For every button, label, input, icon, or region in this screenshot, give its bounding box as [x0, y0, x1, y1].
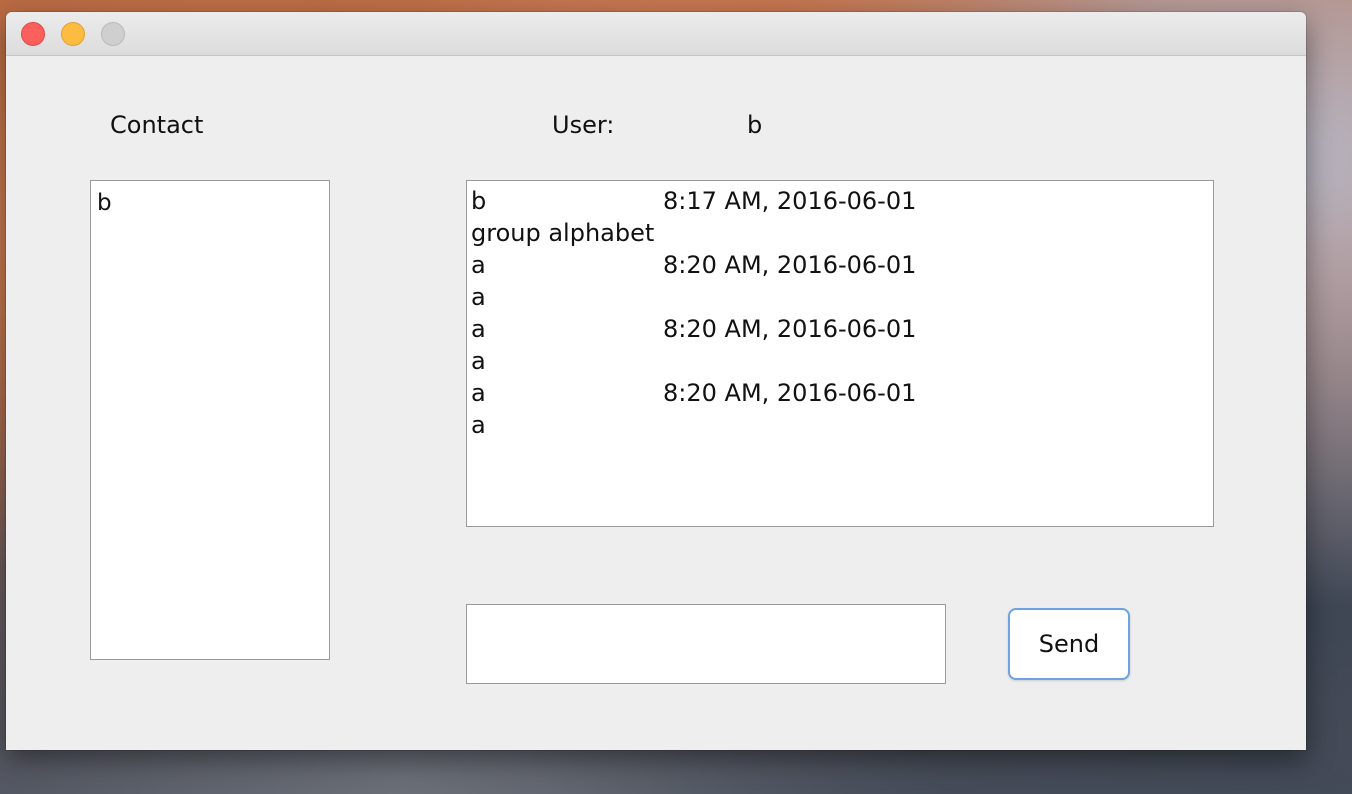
message-entry: a 8:20 AM, 2016-06-01 a [471, 377, 1213, 441]
message-sender: a [471, 379, 486, 407]
message-timestamp: 8:20 AM, 2016-06-01 [663, 251, 917, 279]
close-window-button[interactable] [21, 22, 45, 46]
minimize-window-button[interactable] [61, 22, 85, 46]
title-bar[interactable] [6, 12, 1306, 56]
message-entry: a 8:20 AM, 2016-06-01 a [471, 313, 1213, 377]
message-entry: b 8:17 AM, 2016-06-01 group alphabet [471, 185, 1213, 249]
contact-list[interactable]: b [90, 180, 330, 660]
zoom-window-button[interactable] [101, 22, 125, 46]
contact-label: Contact [110, 111, 204, 139]
message-timestamp: 8:20 AM, 2016-06-01 [663, 315, 917, 343]
message-entry: a 8:20 AM, 2016-06-01 a [471, 249, 1213, 313]
message-history[interactable]: b 8:17 AM, 2016-06-01 group alphabet a 8… [466, 180, 1214, 527]
message-text: a [471, 347, 486, 375]
current-user-name: b [747, 111, 763, 139]
message-text: a [471, 411, 486, 439]
message-sender: a [471, 251, 486, 279]
message-sender: a [471, 315, 486, 343]
chat-window: Contact User: b b b 8:17 AM, 2016-06-01 … [6, 12, 1306, 750]
contact-item[interactable]: b [97, 187, 329, 219]
message-input[interactable] [466, 604, 946, 684]
message-text: group alphabet [471, 219, 655, 247]
message-timestamp: 8:17 AM, 2016-06-01 [663, 187, 917, 215]
message-sender: b [471, 187, 487, 215]
user-label: User: [552, 111, 615, 139]
send-button[interactable]: Send [1008, 608, 1130, 680]
message-timestamp: 8:20 AM, 2016-06-01 [663, 379, 917, 407]
message-text: a [471, 283, 486, 311]
